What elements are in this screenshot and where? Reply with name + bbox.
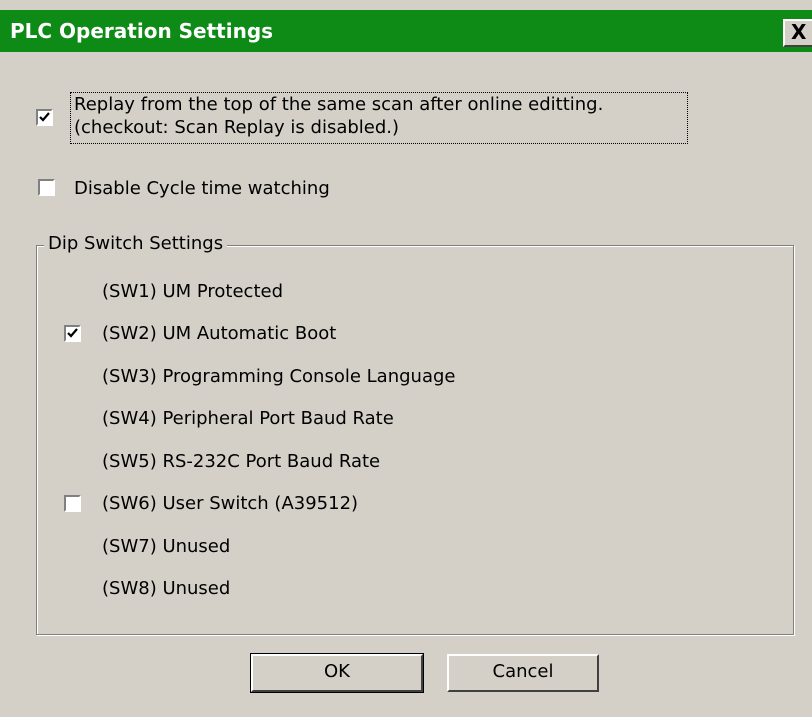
replay-label-line1: Replay from the top of the same scan aft… xyxy=(74,94,604,115)
dip-sw7-label: (SW7) Unused xyxy=(102,536,231,557)
close-icon: X xyxy=(791,20,807,44)
title-bar: PLC Operation Settings X xyxy=(0,10,812,52)
dip-sw6-label: (SW6) User Switch (A39512) xyxy=(102,493,359,514)
dip-sw3-label: (SW3) Programming Console Language xyxy=(102,366,456,387)
cancel-button[interactable]: Cancel xyxy=(447,654,599,692)
dip-sw8-label: (SW8) Unused xyxy=(102,578,231,599)
plc-settings-dialog: PLC Operation Settings X Replay from the… xyxy=(0,0,812,717)
dialog-title: PLC Operation Settings xyxy=(10,19,274,43)
dip-sw4-label: (SW4) Peripheral Port Baud Rate xyxy=(102,408,394,429)
ok-button[interactable]: OK xyxy=(250,653,424,693)
dip-switch-group xyxy=(36,245,794,635)
dip-sw2-label: (SW2) UM Automatic Boot xyxy=(102,323,337,344)
replay-checkbox[interactable] xyxy=(36,109,53,126)
checkmark-icon xyxy=(67,328,78,338)
checkmark-icon xyxy=(39,112,50,122)
dip-sw1-label: (SW1) UM Protected xyxy=(102,281,284,302)
dip-sw2-checkbox[interactable] xyxy=(64,325,81,342)
dip-sw6-checkbox[interactable] xyxy=(64,495,81,512)
replay-label-line2: (checkout: Scan Replay is disabled.) xyxy=(74,117,400,138)
dip-switch-legend: Dip Switch Settings xyxy=(44,233,228,254)
disable-cycle-checkbox[interactable] xyxy=(38,179,55,196)
dip-sw5-label: (SW5) RS-232C Port Baud Rate xyxy=(102,451,381,472)
close-button[interactable]: X xyxy=(783,19,812,47)
disable-cycle-label: Disable Cycle time watching xyxy=(74,178,330,199)
